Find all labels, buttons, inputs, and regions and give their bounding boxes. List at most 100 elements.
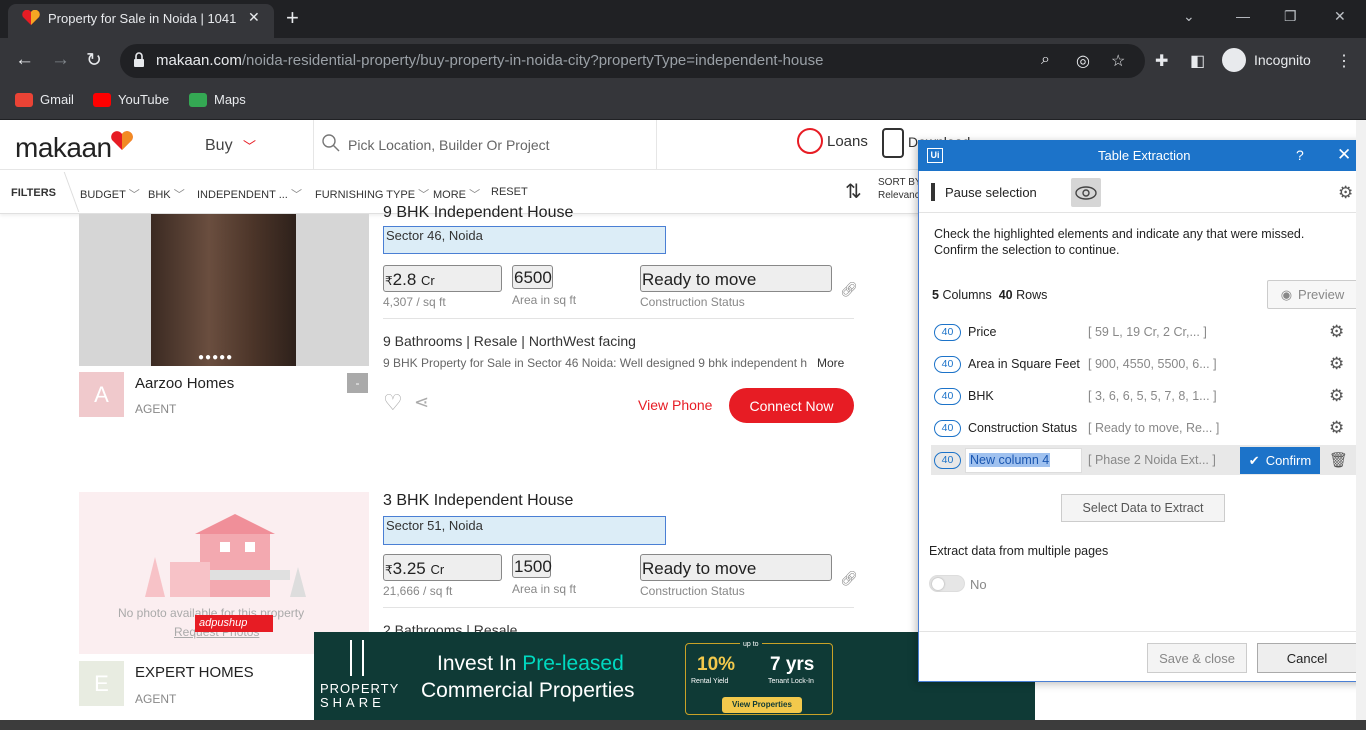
new-tab-icon[interactable]: +: [286, 5, 299, 31]
column-name: Area in Square Feet: [968, 357, 1080, 371]
column-row-construction-status[interactable]: 40 Construction Status [ Ready to move, …: [931, 413, 1358, 443]
selected-text: New column 4: [969, 453, 1051, 467]
column-values: [ 900, 4550, 5500, 6... ]: [1088, 357, 1217, 371]
filter-budget[interactable]: BUDGET ﹀: [80, 186, 140, 202]
house-illustration-icon: [145, 514, 306, 597]
zoom-search-icon[interactable]: ⌕: [1041, 51, 1050, 69]
forward-icon[interactable]: →: [51, 49, 70, 71]
column-settings-gear-icon[interactable]: ⚙: [1329, 354, 1344, 374]
confirm-button[interactable]: ✔ Confirm: [1240, 447, 1320, 474]
view-phone-link[interactable]: View Phone: [638, 397, 712, 413]
collapse-icon[interactable]: -: [347, 373, 368, 393]
filter-property-type[interactable]: INDEPENDENT ... ﹀: [197, 186, 302, 202]
column-settings-gear-icon[interactable]: ⚙: [1329, 386, 1344, 406]
url-text[interactable]: makaan.com/noida-residential-property/bu…: [156, 52, 823, 69]
lock-icon[interactable]: [133, 52, 145, 68]
share-icon[interactable]: ⋖: [414, 392, 429, 413]
pause-icon[interactable]: [931, 183, 935, 201]
link-icon[interactable]: 🔗︎: [840, 570, 858, 587]
url-host: makaan.com: [156, 52, 242, 69]
column-row-price[interactable]: 40 Price [ 59 L, 19 Cr, 2 Cr,... ] ⚙: [931, 317, 1358, 347]
tab-close-icon[interactable]: ✕: [248, 9, 260, 26]
column-row-bhk[interactable]: 40 BHK [ 3, 6, 6, 5, 5, 7, 8, 1... ] ⚙: [931, 381, 1358, 411]
favorite-heart-icon[interactable]: ♡: [383, 390, 403, 416]
extensions-icon[interactable]: ✚: [1155, 51, 1168, 71]
maps-icon: [189, 92, 207, 107]
link-icon[interactable]: 🔗︎: [840, 281, 858, 298]
youtube-icon: [93, 92, 111, 107]
agent-name[interactable]: EXPERT HOMES: [135, 664, 254, 681]
bookmark-label: Gmail: [40, 92, 74, 107]
phone-icon[interactable]: [882, 128, 904, 158]
preview-button[interactable]: ◉ Preview: [1267, 280, 1358, 309]
delete-trash-icon[interactable]: 🗑︎: [1329, 451, 1348, 469]
filter-bhk[interactable]: BHK ﹀: [148, 186, 185, 202]
cancel-button[interactable]: Cancel: [1257, 643, 1357, 673]
dialog-title: Table Extraction: [1098, 148, 1191, 163]
tab-title: Property for Sale in Noida | 1041: [48, 11, 237, 26]
back-icon[interactable]: ←: [15, 49, 34, 71]
listing-title[interactable]: 3 BHK Independent House: [383, 492, 573, 510]
listing-title[interactable]: 9 BHK Independent House: [383, 204, 573, 219]
ad-view-properties-button[interactable]: View Properties: [722, 697, 802, 713]
adpushup-badge[interactable]: adpushup: [195, 615, 273, 632]
sort-icon[interactable]: ⇅: [845, 179, 862, 204]
window-close-icon[interactable]: ✕: [1334, 8, 1346, 25]
agent-name[interactable]: Aarzoo Homes: [135, 375, 234, 392]
bookmark-gmail[interactable]: Gmail: [15, 92, 74, 107]
help-icon[interactable]: ?: [1296, 147, 1304, 163]
menu-kebab-icon[interactable]: ⋮: [1336, 51, 1352, 71]
carousel-dots[interactable]: ●●●●●: [198, 352, 233, 363]
save-close-button[interactable]: Save & close: [1147, 643, 1247, 673]
settings-gear-icon[interactable]: ⚙: [1338, 183, 1353, 203]
filter-furnishing[interactable]: FURNISHING TYPE ﹀: [315, 186, 429, 202]
reload-icon[interactable]: ↻: [86, 49, 102, 72]
uipath-logo-icon: Ui: [927, 148, 943, 163]
multi-page-toggle[interactable]: [929, 575, 965, 592]
column-settings-gear-icon[interactable]: ⚙: [1329, 418, 1344, 438]
more-link[interactable]: More: [817, 356, 844, 370]
close-icon[interactable]: ✕: [1337, 145, 1351, 165]
divider: [383, 607, 854, 608]
price-unit: Cr: [430, 562, 445, 577]
filter-label: BUDGET: [80, 189, 126, 201]
connect-now-button[interactable]: Connect Now: [729, 388, 854, 423]
highlight-toggle-button[interactable]: [1071, 178, 1101, 207]
filter-reset[interactable]: RESET: [491, 186, 528, 198]
filters-label[interactable]: FILTERS: [11, 187, 56, 199]
ad-logo-text: PROPERTY SHARE: [320, 682, 399, 710]
page-scrollbar[interactable]: [1356, 120, 1366, 720]
column-settings-gear-icon[interactable]: ⚙: [1329, 322, 1344, 342]
price-per-sqft: 21,666 / sq ft: [383, 584, 453, 598]
loans-link[interactable]: Loans: [797, 128, 868, 154]
tab-search-icon[interactable]: ⌄: [1183, 8, 1195, 25]
listing-location[interactable]: Sector 51, Noida: [383, 516, 666, 545]
location-search-input[interactable]: Pick Location, Builder Or Project: [348, 137, 550, 153]
makaan-favicon-icon: [22, 10, 40, 25]
new-column-name-input[interactable]: New column 4: [965, 448, 1082, 473]
ad-headline-highlight: Pre-leased: [522, 652, 624, 675]
bookmark-maps[interactable]: Maps: [189, 92, 246, 107]
column-row-area[interactable]: 40 Area in Square Feet [ 900, 4550, 5500…: [931, 349, 1358, 379]
bookmark-star-icon[interactable]: ☆: [1111, 51, 1125, 71]
agent-avatar: A: [79, 372, 124, 417]
chevron-down-icon[interactable]: ﹀: [243, 136, 256, 155]
pause-selection-button[interactable]: Pause selection: [945, 185, 1037, 200]
listing-price: ₹2.8 Cr: [385, 270, 435, 290]
rupee-symbol: ₹: [385, 274, 393, 288]
side-panel-icon[interactable]: ◧: [1190, 51, 1205, 71]
loans-label: Loans: [827, 132, 868, 150]
column-row-new[interactable]: 40 New column 4 [ Phase 2 Noida Ext... ]…: [931, 445, 1358, 475]
restore-icon[interactable]: ❐: [1284, 8, 1297, 25]
listing-location[interactable]: Sector 46, Noida: [383, 226, 666, 254]
minimize-icon[interactable]: —: [1236, 8, 1250, 24]
select-data-button[interactable]: Select Data to Extract: [1061, 494, 1225, 522]
site-logo[interactable]: makaan: [15, 132, 112, 164]
chevron-down-icon: ﹀: [469, 189, 481, 201]
eye-off-icon[interactable]: ◎: [1076, 51, 1090, 71]
buy-dropdown[interactable]: Buy: [205, 137, 233, 155]
incognito-profile[interactable]: Incognito: [1222, 48, 1311, 72]
filter-more[interactable]: MORE ﹀: [433, 186, 480, 202]
listing-price: ₹3.25 Cr: [385, 559, 444, 579]
bookmark-youtube[interactable]: YouTube: [93, 92, 169, 107]
